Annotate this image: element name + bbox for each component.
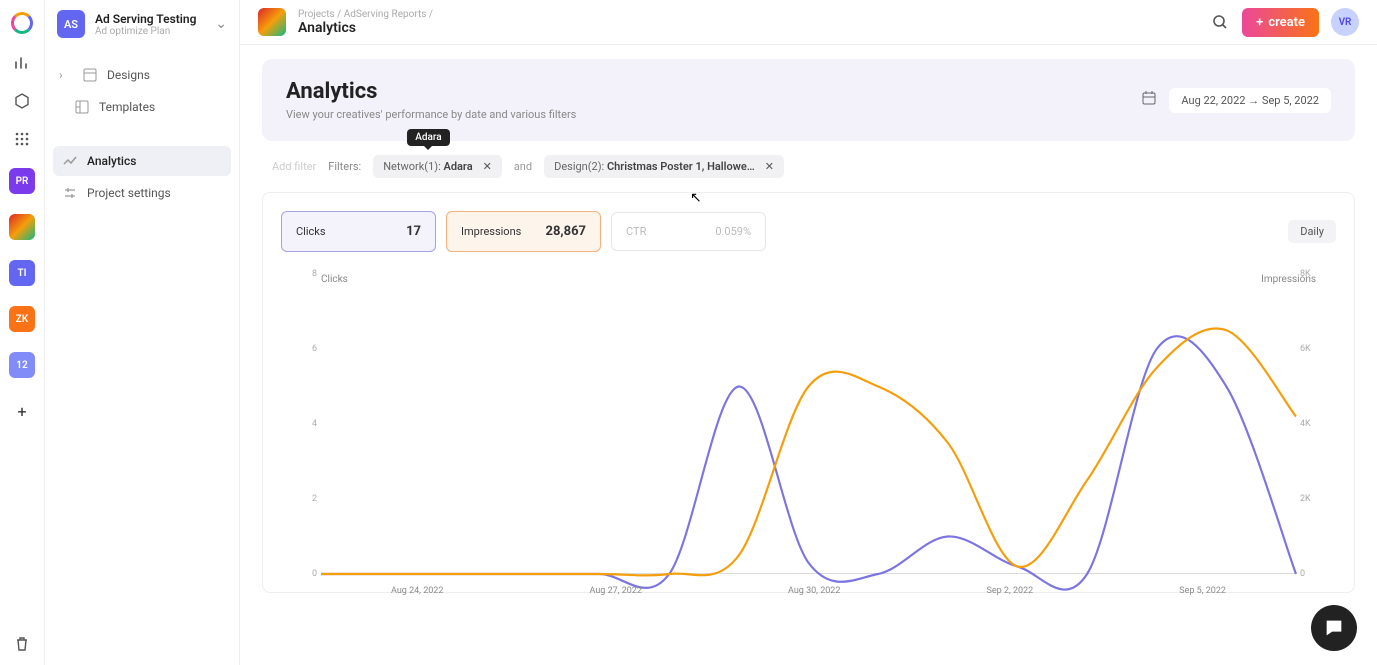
metric-impressions[interactable]: Impressions 28,867	[446, 211, 601, 252]
filters-row: Add filter Filters: Adara Network(1): Ad…	[262, 141, 1355, 184]
metric-value: 17	[406, 224, 421, 239]
workspace-switcher[interactable]: AS Ad Serving Testing Ad optimize Plan ⌄	[45, 0, 239, 48]
chart-container: Clicks Impressions 0246802K4K6K8K Aug 24…	[281, 274, 1336, 574]
workspace-tile-zk[interactable]: ZK	[9, 306, 35, 332]
metric-row: Clicks 17 Impressions 28,867 CTR 0.059% …	[281, 211, 1336, 252]
x-axis: Aug 24, 2022Aug 27, 2022Aug 30, 2022Sep …	[321, 586, 1296, 596]
page-title: Analytics	[298, 20, 433, 36]
workspace-tile-pr[interactable]: PR	[9, 168, 35, 194]
chevron-right-icon: ›	[59, 68, 73, 82]
sliders-icon	[63, 186, 77, 200]
hero-subtitle: View your creatives' performance by date…	[286, 108, 1141, 121]
filter-tooltip: Adara	[407, 129, 449, 146]
line-chart: 0246802K4K6K8K	[321, 274, 1296, 574]
apps-grid-icon[interactable]	[13, 130, 31, 148]
workspace-tile-img[interactable]	[9, 214, 35, 240]
workspace-tile-12[interactable]: 12	[9, 352, 35, 378]
sidebar-item-analytics[interactable]: Analytics	[53, 146, 231, 176]
workspace-avatar: AS	[57, 10, 85, 38]
metric-label: Impressions	[461, 225, 521, 238]
main-content: Analytics View your creatives' performan…	[240, 45, 1377, 665]
trend-icon	[63, 154, 77, 168]
metric-ctr[interactable]: CTR 0.059%	[611, 212, 766, 251]
trash-icon[interactable]	[13, 635, 31, 653]
sidebar-item-designs[interactable]: › Designs	[53, 60, 231, 90]
breadcrumb[interactable]: Projects / AdServing Reports /	[298, 9, 433, 20]
sidebar-label-settings: Project settings	[87, 186, 171, 200]
user-avatar[interactable]: VR	[1331, 8, 1359, 36]
sidebar-label-designs: Designs	[107, 68, 150, 82]
plus-icon: +	[1256, 15, 1263, 30]
filter-and: and	[514, 160, 532, 173]
app-logo[interactable]	[11, 12, 33, 34]
granularity-toggle[interactable]: Daily	[1288, 220, 1336, 243]
search-button[interactable]	[1210, 12, 1230, 32]
topbar: Projects / AdServing Reports / Analytics…	[240, 0, 1377, 45]
metric-clicks[interactable]: Clicks 17	[281, 211, 436, 252]
sidebar-label-templates: Templates	[99, 100, 155, 114]
metric-label: Clicks	[296, 225, 326, 238]
calendar-icon[interactable]	[1141, 90, 1157, 110]
filters-label: Filters:	[328, 160, 361, 173]
metric-value: 28,867	[546, 224, 587, 239]
analytics-card: Clicks 17 Impressions 28,867 CTR 0.059% …	[262, 192, 1355, 593]
metric-label: CTR	[626, 225, 646, 238]
workspace-name: Ad Serving Testing	[95, 12, 205, 26]
add-filter-button[interactable]: Add filter	[272, 160, 316, 173]
create-label: create	[1268, 15, 1305, 30]
date-range-picker[interactable]: Aug 22, 2022 → Sep 5, 2022	[1169, 88, 1331, 113]
remove-filter-icon[interactable]: ✕	[765, 160, 774, 173]
chevron-down-icon: ⌄	[215, 16, 227, 32]
left-rail: PR TI ZK 12 +	[0, 0, 45, 665]
metric-value: 0.059%	[715, 225, 751, 238]
template-icon	[75, 100, 89, 114]
sidebar-item-templates[interactable]: Templates	[53, 92, 231, 122]
sidebar-item-settings[interactable]: Project settings	[53, 178, 231, 208]
add-workspace-button[interactable]: +	[9, 398, 35, 424]
workspace-plan: Ad optimize Plan	[95, 26, 205, 37]
filter-chip-design[interactable]: Design(2): Christmas Poster 1, Hallowe… …	[544, 155, 784, 178]
sidebar: AS Ad Serving Testing Ad optimize Plan ⌄…	[45, 0, 240, 665]
workspace-tile-ti[interactable]: TI	[9, 260, 35, 286]
chat-fab[interactable]	[1311, 605, 1357, 651]
remove-filter-icon[interactable]: ✕	[483, 160, 492, 173]
create-button[interactable]: + create	[1242, 8, 1319, 37]
hexagon-icon[interactable]	[13, 92, 31, 110]
hero-title: Analytics	[286, 79, 1141, 104]
layout-icon	[83, 68, 97, 82]
project-avatar[interactable]	[258, 8, 286, 36]
filter-chip-network[interactable]: Adara Network(1): Adara ✕	[373, 155, 502, 178]
sidebar-label-analytics: Analytics	[87, 154, 136, 168]
stats-icon[interactable]	[13, 54, 31, 72]
